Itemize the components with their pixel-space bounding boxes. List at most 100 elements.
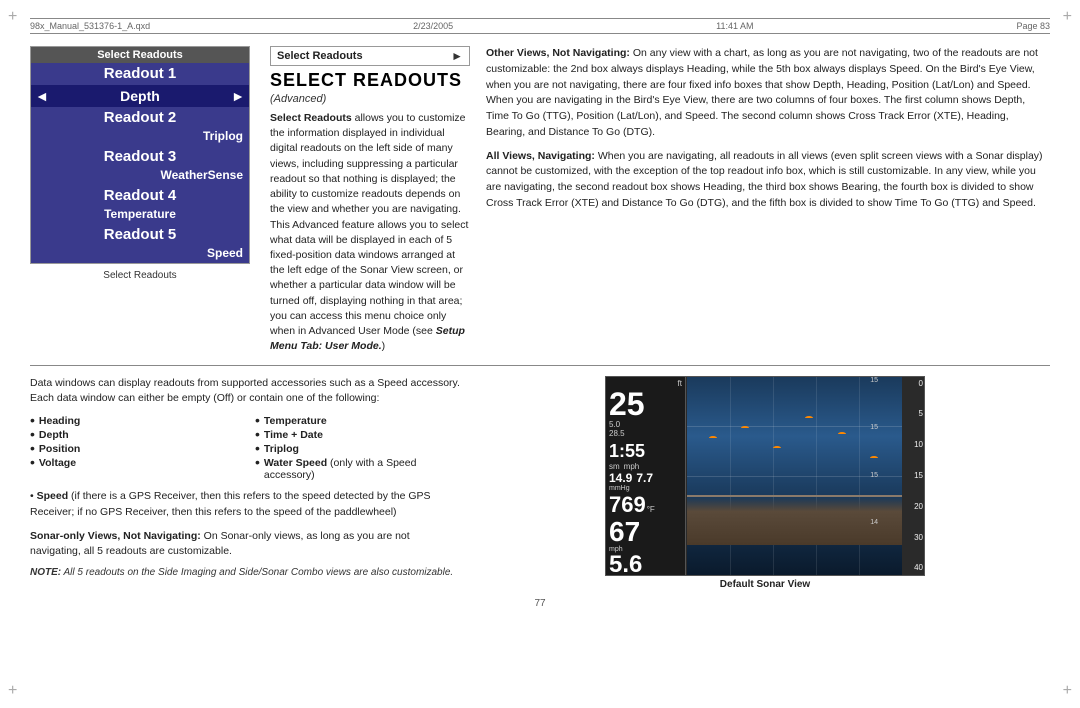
- sonar-5-6: 5.6: [609, 553, 682, 576]
- bullet-dot: •: [255, 427, 260, 441]
- v-tick-3: [816, 377, 817, 575]
- menu-weathersense[interactable]: WeatherSense: [31, 167, 249, 185]
- corner-cross-bl: +: [8, 682, 17, 700]
- speed-bold: Speed: [37, 490, 69, 502]
- v-tick-2: [773, 377, 774, 575]
- scale-label-1: 15: [870, 424, 878, 431]
- scale-10: 10: [903, 440, 923, 449]
- header-time: 11:41 AM: [716, 21, 753, 31]
- sonar-num2: 28.5: [609, 429, 682, 439]
- fish-6: [870, 456, 878, 460]
- menu-readout3[interactable]: Readout 3: [31, 146, 249, 168]
- bullet-triplog-label: Triplog: [264, 443, 299, 455]
- menu-readout5[interactable]: Readout 5: [31, 224, 249, 246]
- sonar-caption: Default Sonar View: [720, 579, 810, 590]
- sonar-main-area: 15 15 15 14: [687, 377, 902, 575]
- corner-cross-tl: +: [8, 8, 17, 26]
- sr-desc-bold: Select Readouts: [270, 112, 352, 124]
- sr-description: Select Readouts allows you to customize …: [270, 111, 470, 355]
- main-layout: Select Readouts Readout 1 ◄ Depth ► Read…: [30, 46, 1050, 355]
- bullet-temperature: • Temperature: [255, 415, 460, 427]
- sr-setup-menu-bold: Setup Menu Tab: User Mode.: [270, 325, 465, 352]
- page-container: + + + + 98x_Manual_531376-1_A.qxd 2/23/2…: [0, 0, 1080, 708]
- sonar-only-text: Sonar-only Views, Not Navigating: On Son…: [30, 529, 460, 561]
- text-column: Other Views, Not Navigating: On any view…: [486, 46, 1050, 355]
- menu-header: Select Readouts: [31, 47, 249, 63]
- scale-label-2: 15: [870, 472, 878, 479]
- bullet-dot: •: [255, 455, 260, 469]
- fish-3: [773, 446, 781, 450]
- header-date: 2/23/2005: [413, 21, 453, 31]
- sonar-769: 769: [609, 492, 646, 518]
- bullet-water-speed-label: Water Speed (only with a Speed accessory…: [264, 457, 460, 481]
- sr-advanced-label: (Advanced): [270, 93, 470, 105]
- bullet-temperature-label: Temperature: [264, 415, 327, 427]
- bullet-heading: • Heading: [30, 415, 235, 427]
- bullet-heading-label: Heading: [39, 415, 80, 427]
- bullet-dot: •: [30, 427, 35, 441]
- bullet-dot: •: [30, 441, 35, 455]
- bullet-water-speed: • Water Speed (only with a Speed accesso…: [255, 457, 460, 481]
- menu-readout4[interactable]: Readout 4: [31, 185, 249, 207]
- scale-15: 15: [903, 471, 923, 480]
- sonar-temp-unit: °F: [647, 505, 655, 514]
- menu-temperature[interactable]: Temperature: [31, 206, 249, 224]
- para-other-views: Other Views, Not Navigating: On any view…: [486, 46, 1050, 141]
- bullet-triplog: • Triplog: [255, 443, 460, 455]
- corner-cross-br: +: [1063, 682, 1072, 700]
- sr-title-text: Select Readouts: [277, 50, 363, 62]
- sr-setup-menu-italic: Setup Menu Tab: User Mode.: [270, 325, 465, 352]
- header-bar: 98x_Manual_531376-1_A.qxd 2/23/2005 11:4…: [30, 18, 1050, 34]
- speed-note: • Speed (if there is a GPS Receiver, the…: [30, 489, 460, 521]
- menu-depth-left-arrow: ◄: [35, 87, 49, 105]
- bullet-time-date: • Time + Date: [255, 429, 460, 441]
- fish-2: [741, 426, 749, 430]
- menu-readout1[interactable]: Readout 1: [31, 63, 249, 85]
- scale-30: 30: [903, 533, 923, 542]
- note-bold: NOTE:: [30, 567, 61, 578]
- sonar-section: ft 25 5.0 28.5 1:55 sm mph 14.9: [480, 376, 1050, 590]
- sonar-big-number: 25: [609, 388, 682, 420]
- bottom-section: Data windows can display readouts from s…: [30, 376, 1050, 590]
- bullet-dot: •: [255, 441, 260, 455]
- sonar-only-bold: Sonar-only Views, Not Navigating:: [30, 530, 201, 542]
- menu-depth[interactable]: ◄ Depth ►: [31, 85, 249, 107]
- bullet-time-date-label: Time + Date: [264, 429, 323, 441]
- sr-title-box: Select Readouts ►: [270, 46, 470, 66]
- sonar-image: ft 25 5.0 28.5 1:55 sm mph 14.9: [605, 376, 925, 576]
- menu-panel: Select Readouts Readout 1 ◄ Depth ► Read…: [30, 46, 250, 264]
- scale-label-0: 15: [870, 377, 878, 384]
- para-all-views: All Views, Navigating: When you are navi…: [486, 149, 1050, 212]
- sonar-speed-right: 7.7: [636, 471, 653, 485]
- intro-text: Data windows can display readouts from s…: [30, 376, 460, 408]
- bullet-depth-label: Depth: [39, 429, 69, 441]
- select-readouts-main-title: SELECT READOUTS: [270, 70, 470, 91]
- bullet-list: • Heading • Temperature • Depth • Time +…: [30, 415, 460, 481]
- bullet-voltage: • Voltage: [30, 457, 235, 481]
- middle-column: Select Readouts ► SELECT READOUTS (Advan…: [270, 46, 470, 355]
- bullet-position-label: Position: [39, 443, 80, 455]
- sonar-num1: 5.0: [609, 420, 682, 430]
- menu-triplog[interactable]: Triplog: [31, 128, 249, 146]
- page-number: 77: [30, 598, 1050, 609]
- bullet-depth: • Depth: [30, 429, 235, 441]
- sonar-mph-label: mph: [624, 462, 640, 471]
- bottom-left: Data windows can display readouts from s…: [30, 376, 460, 590]
- sonar-67: 67: [609, 518, 682, 546]
- fish-5: [838, 432, 846, 436]
- scale-label-3: 14: [870, 519, 878, 526]
- fish-4: [805, 416, 813, 420]
- v-tick-4: [859, 377, 860, 575]
- bullet-dot: •: [30, 413, 35, 427]
- menu-caption: Select Readouts: [30, 270, 250, 281]
- scale-5: 5: [903, 409, 923, 418]
- bullet-position: • Position: [30, 443, 235, 455]
- menu-depth-right-arrow: ►: [231, 87, 245, 105]
- menu-speed[interactable]: Speed: [31, 245, 249, 263]
- sonar-small-nums: 5.0 28.5: [609, 420, 682, 439]
- para-all-views-label: All Views, Navigating:: [486, 150, 595, 162]
- header-page: Page 83: [1016, 21, 1050, 31]
- para-other-views-label: Other Views, Not Navigating:: [486, 47, 630, 59]
- menu-readout2[interactable]: Readout 2: [31, 107, 249, 129]
- right-panel: Select Readouts ► SELECT READOUTS (Advan…: [270, 46, 1050, 355]
